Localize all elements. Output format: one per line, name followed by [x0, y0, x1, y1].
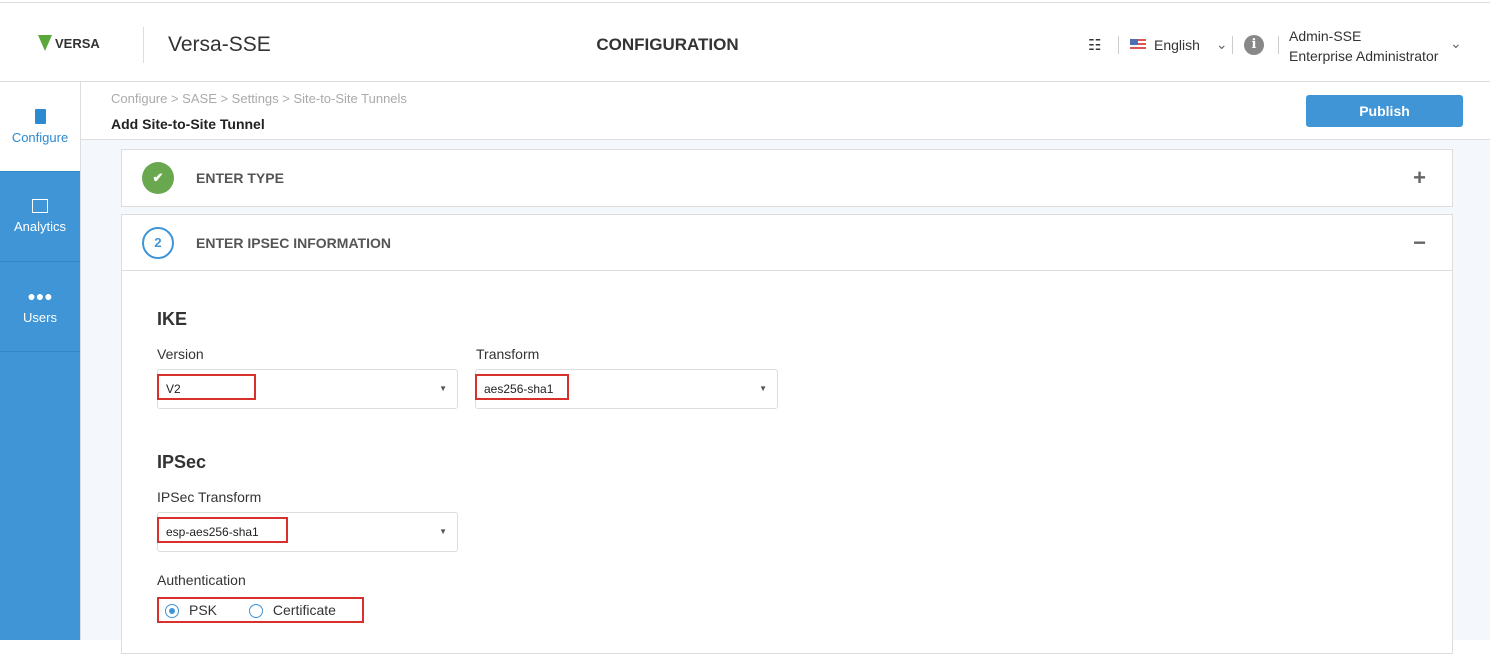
page-title: Add Site-to-Site Tunnel — [111, 116, 265, 132]
task-list-icon[interactable]: ☷ — [1088, 36, 1101, 54]
step-ipsec-information: 2 ENTER IPSEC INFORMATION − IKE Version V2… — [121, 214, 1453, 654]
expand-icon[interactable]: + — [1413, 165, 1426, 191]
sidebar: Configure Analytics ●●● Users — [0, 82, 80, 640]
sidebar-item-configure[interactable]: Configure — [0, 82, 80, 172]
document-icon — [34, 108, 46, 124]
top-bar: VERSA Versa-SSE CONFIGURATION ☷ English … — [0, 2, 1490, 82]
user-chevron-down-icon[interactable]: ⌄ — [1450, 35, 1462, 52]
caret-down-icon: ▼ — [439, 384, 447, 393]
user-menu[interactable]: Admin-SSE Enterprise Administrator — [1289, 26, 1438, 66]
authentication-label: Authentication — [157, 572, 246, 588]
chevron-down-icon: ⌄ — [1215, 36, 1228, 52]
check-icon: ✔ — [142, 162, 174, 194]
analytics-icon — [32, 199, 48, 213]
main-content: Configure > SASE > Settings > Site-to-Si… — [80, 82, 1490, 654]
ike-heading: IKE — [157, 309, 188, 329]
ipsec-transform-label: IPSec Transform — [157, 489, 262, 505]
version-label: Version — [157, 346, 204, 362]
language-select[interactable]: English ⌄ — [1130, 36, 1228, 53]
publish-button[interactable]: Publish — [1306, 95, 1463, 127]
caret-down-icon: ▼ — [439, 527, 447, 536]
us-flag-icon — [1130, 39, 1146, 50]
breadcrumb[interactable]: Configure > SASE > Settings > Site-to-Si… — [111, 91, 407, 106]
ipsec-heading: IPSec — [157, 452, 207, 472]
sidebar-item-analytics[interactable]: Analytics — [0, 172, 80, 262]
info-icon[interactable]: i — [1244, 35, 1264, 55]
transform-select[interactable]: aes256-sha1 ▼ — [475, 369, 778, 409]
step-number: 2 — [142, 226, 174, 259]
users-icon: ●●● — [27, 288, 53, 304]
step-enter-type[interactable]: ✔ ENTER TYPE + — [121, 149, 1453, 207]
collapse-icon[interactable]: − — [1413, 230, 1426, 256]
transform-label: Transform — [476, 346, 540, 362]
version-select[interactable]: V2 ▼ — [157, 369, 458, 409]
caret-down-icon: ▼ — [759, 384, 767, 393]
radio-psk[interactable]: PSK — [165, 602, 217, 619]
sidebar-item-users[interactable]: ●●● Users — [0, 262, 80, 352]
radio-certificate[interactable]: Certificate — [248, 602, 336, 619]
ipsec-transform-select[interactable]: esp-aes256-sha1 ▼ — [157, 512, 458, 552]
authentication-radio-group: PSK Certificate — [157, 597, 364, 623]
